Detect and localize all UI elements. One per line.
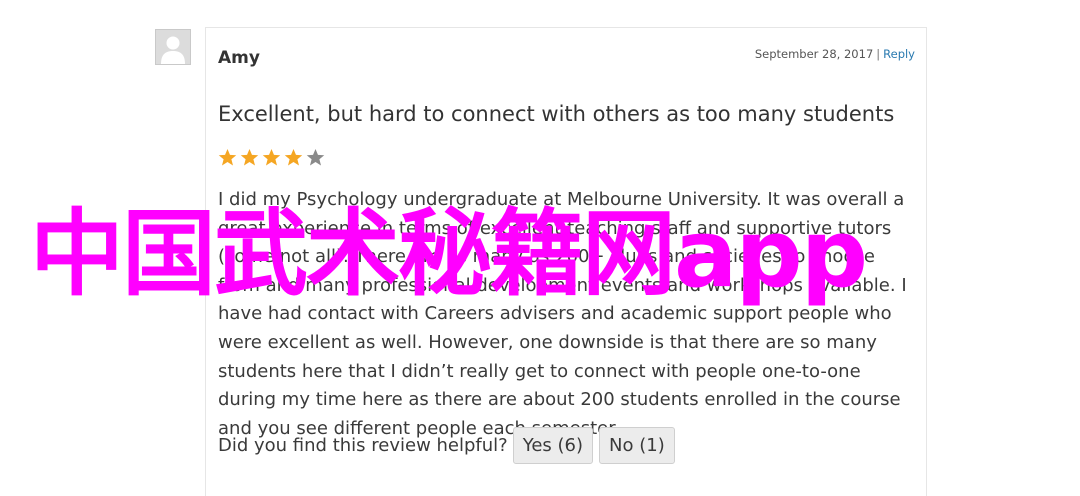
avatar: [155, 29, 191, 65]
meta-separator: |: [876, 47, 881, 61]
reply-link[interactable]: Reply: [883, 47, 915, 61]
review-page: Amy September 28, 2017 | Reply Excellent, …: [0, 0, 1080, 496]
review-meta: September 28, 2017 | Reply: [755, 47, 915, 61]
star-filled-icon: [284, 148, 303, 166]
helpful-question: Did you find this review helpful?: [218, 435, 508, 456]
star-rating: [218, 148, 325, 167]
vote-yes-button[interactable]: Yes (6): [512, 427, 594, 464]
star-filled-icon: [218, 148, 237, 166]
star-filled-icon: [262, 148, 281, 166]
user-silhouette-icon: [156, 30, 190, 64]
vote-no-button[interactable]: No (1): [599, 427, 675, 464]
review-date: September 28, 2017: [754, 47, 874, 61]
review-author: Amy: [218, 48, 260, 68]
watermark-overlay: 中国武术秘籍网app: [30, 200, 868, 309]
star-empty-icon: [306, 148, 325, 166]
star-filled-icon: [240, 148, 259, 166]
helpful-poll: Did you find this review helpful? Yes (6…: [218, 427, 681, 464]
review-title: Excellent, but hard to connect with othe…: [218, 102, 895, 126]
